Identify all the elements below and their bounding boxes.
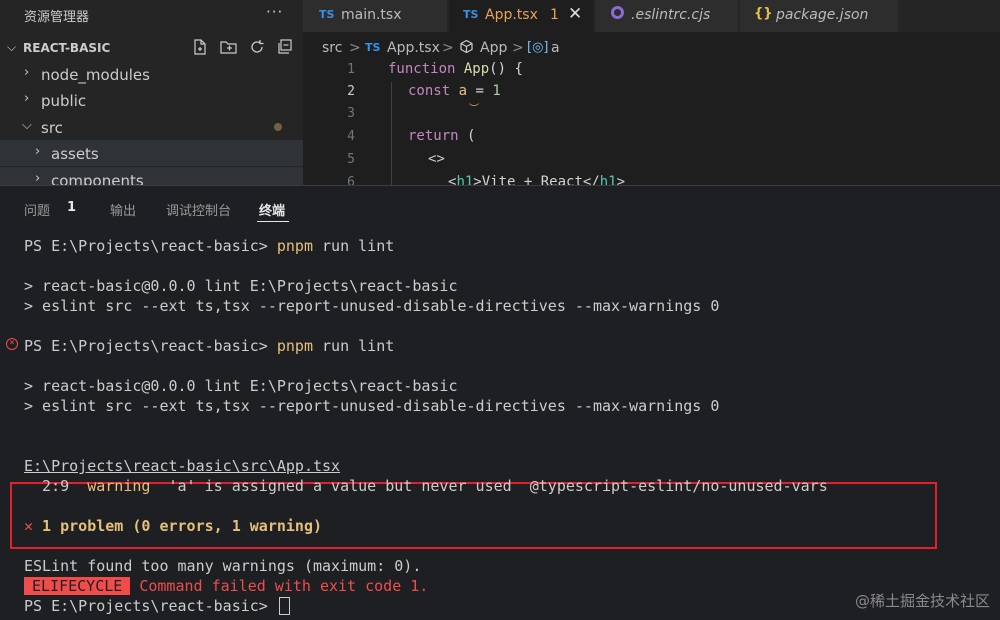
tab-label: main.tsx — [341, 7, 402, 23]
tree-item-node-modules[interactable]: › node_modules — [0, 61, 303, 87]
typescript-icon: TS — [319, 8, 335, 21]
elifecycle-badge: ELIFECYCLE — [24, 577, 131, 595]
line-number: 2 — [347, 84, 355, 99]
chevron-right-icon: › — [24, 65, 30, 80]
new-folder-icon[interactable] — [219, 38, 239, 60]
tab-label: .eslintrc.cjs — [631, 7, 711, 23]
collapse-all-icon[interactable] — [276, 38, 294, 60]
breadcrumb-symbol[interactable]: App — [480, 40, 507, 56]
tab-label: App.tsx — [485, 7, 538, 23]
variable-icon: [◎] — [527, 40, 549, 55]
workspace-root-label: REACT-BASIC — [23, 41, 111, 55]
chevron-right-icon: > — [512, 40, 524, 56]
editor-tabs: TS main.tsx TS App.tsx 1 ✕ .eslintrc.cjs… — [303, 0, 1000, 32]
explorer-sidebar: 资源管理器 ··· ⌵ REACT-BASIC › node_modules › — [0, 0, 303, 185]
tab-debug-console[interactable]: 调试控制台 — [166, 200, 231, 219]
code-line: 6 <h1>Vite + React</h1> — [303, 173, 1000, 185]
editor: TS main.tsx TS App.tsx 1 ✕ .eslintrc.cjs… — [303, 0, 1000, 185]
code-text: <> — [428, 151, 445, 167]
close-icon[interactable]: ✕ — [568, 4, 582, 24]
chevron-right-icon: > — [442, 40, 454, 56]
lint-warning-line: 2:9 warning 'a' is assigned a value but … — [24, 477, 828, 495]
problems-count-badge: 1 — [67, 200, 77, 215]
chevron-right-icon: › — [35, 144, 41, 159]
tree-item-assets[interactable]: › assets — [0, 140, 303, 166]
terminal-line: PS E:\Projects\react-basic> pnpm run lin… — [24, 237, 395, 255]
breadcrumb: src > TS App.tsx > App > [◎] a — [303, 38, 1000, 60]
code-text: const a = 1 — [408, 83, 501, 99]
tab-eslintrc[interactable]: .eslintrc.cjs — [595, 0, 738, 32]
tree-item-src[interactable]: ⌵ src — [0, 114, 303, 140]
lint-file-path[interactable]: E:\Projects\react-basic\src\App.tsx — [24, 456, 340, 476]
chevron-right-icon: > — [349, 40, 361, 56]
more-actions-icon[interactable]: ··· — [266, 3, 283, 21]
tree-item-label: src — [41, 119, 63, 137]
chevron-down-icon: ⌵ — [7, 40, 17, 54]
problem-summary: ✕ 1 problem (0 errors, 1 warning) — [24, 517, 323, 535]
explorer-header: 资源管理器 ··· — [0, 0, 303, 30]
line-number: 1 — [347, 62, 355, 77]
terminal-line: > eslint src --ext ts,tsx --report-unuse… — [24, 397, 720, 415]
terminal-line: ESLint found too many warnings (maximum:… — [24, 557, 422, 575]
code-text: function App() { — [388, 61, 523, 77]
terminal-line: > eslint src --ext ts,tsx --report-unuse… — [24, 297, 720, 315]
top-area: 资源管理器 ··· ⌵ REACT-BASIC › node_modules › — [0, 0, 1000, 185]
breadcrumb-folder[interactable]: src — [322, 40, 342, 56]
tab-problem-count: 1 — [550, 7, 559, 23]
eslint-icon — [611, 6, 624, 19]
code-line: 2 const a = 1 — [303, 82, 1000, 104]
code-line: 4 return ( — [303, 127, 1000, 149]
code-line: 3 — [303, 104, 1000, 126]
breadcrumb-variable[interactable]: a — [551, 40, 560, 56]
terminal-line: PS E:\Projects\react-basic> pnpm run lin… — [24, 337, 395, 355]
json-icon: {} — [754, 6, 773, 21]
tree-item-label: assets — [51, 145, 99, 163]
line-number: 6 — [347, 175, 355, 185]
terminal-prompt[interactable]: PS E:\Projects\react-basic> — [24, 596, 290, 616]
terminal-line: ELIFECYCLE Command failed with exit code… — [24, 576, 428, 596]
active-tab-indicator — [257, 221, 289, 222]
refresh-icon[interactable] — [248, 38, 266, 60]
chevron-down-icon: ⌵ — [22, 118, 32, 133]
breadcrumb-file[interactable]: App.tsx — [387, 40, 440, 56]
code-text: <h1>Vite + React</h1> — [448, 174, 626, 185]
tab-label: package.json — [776, 7, 869, 23]
tab-problems[interactable]: 问题 — [24, 200, 50, 219]
code-line: 1 function App() { — [303, 60, 1000, 82]
tree-item-label: node_modules — [41, 66, 150, 84]
close-icon: ✕ — [24, 517, 34, 535]
chevron-right-icon: › — [24, 91, 30, 106]
bottom-panel: 问题 1 输出 调试控制台 终端 PS E:\Projects\react-ba… — [0, 185, 1000, 620]
modified-dot — [274, 123, 282, 131]
watermark: @稀土掘金技术社区 — [854, 592, 990, 610]
tab-output[interactable]: 输出 — [110, 200, 136, 219]
tree-item-label: public — [41, 92, 87, 110]
chevron-right-icon: › — [35, 171, 41, 185]
typescript-icon: TS — [463, 8, 479, 21]
tab-app-tsx[interactable]: TS App.tsx 1 ✕ — [449, 0, 593, 32]
terminal-line: > react-basic@0.0.0 lint E:\Projects\rea… — [24, 377, 458, 395]
line-number: 4 — [347, 129, 355, 144]
explorer-title: 资源管理器 — [24, 10, 90, 25]
error-status-icon: × — [6, 338, 18, 350]
panel-tabs: 问题 1 输出 调试控制台 终端 — [0, 186, 1000, 224]
code-area[interactable]: 1 function App() { 2 const a = 1 ︶ 3 4 r… — [303, 60, 1000, 185]
code-line: 5 <> — [303, 150, 1000, 172]
tab-terminal[interactable]: 终端 — [259, 200, 285, 219]
tab-package-json[interactable]: {} package.json — [740, 0, 898, 32]
cube-icon — [459, 39, 474, 58]
line-number: 5 — [347, 152, 355, 167]
line-number: 3 — [347, 106, 355, 121]
terminal-cursor — [278, 597, 290, 615]
code-text: return ( — [408, 128, 476, 144]
tree-item-components[interactable]: › components — [0, 167, 303, 185]
new-file-icon[interactable] — [191, 38, 209, 60]
terminal-output[interactable]: PS E:\Projects\react-basic> pnpm run lin… — [0, 224, 1000, 620]
workspace-root[interactable]: ⌵ REACT-BASIC — [0, 36, 303, 60]
tab-main-tsx[interactable]: TS main.tsx — [303, 0, 447, 32]
tree-item-public[interactable]: › public — [0, 87, 303, 113]
tree-item-label: components — [51, 172, 144, 185]
typescript-icon: TS — [365, 41, 381, 54]
terminal-line: > react-basic@0.0.0 lint E:\Projects\rea… — [24, 277, 458, 295]
